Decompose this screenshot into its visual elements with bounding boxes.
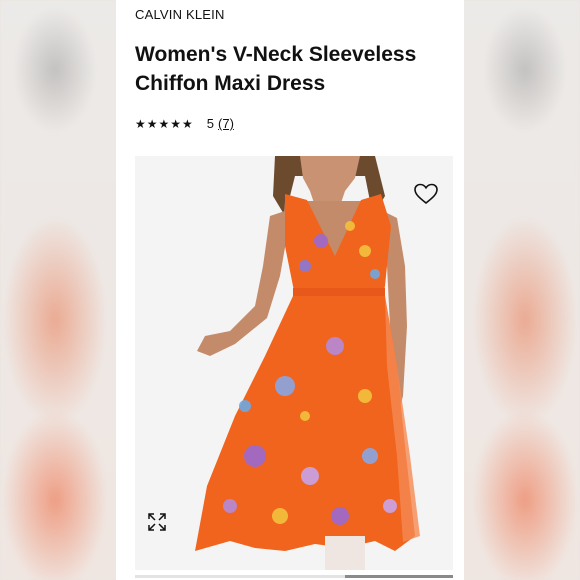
star-rating-icons: ★★★★★ (135, 116, 194, 131)
rating-value: 5 (206, 116, 215, 131)
product-card: CALVIN KLEIN Women's V-Neck Sleeveless C… (116, 0, 464, 580)
zoom-expand-button[interactable] (146, 511, 168, 533)
heart-outline-icon (414, 183, 438, 205)
brand-name[interactable]: CALVIN KLEIN (135, 7, 225, 22)
review-count-link[interactable]: (7) (218, 116, 234, 131)
expand-arrows-icon (148, 513, 166, 531)
scrollbar-thumb[interactable] (345, 575, 453, 578)
image-carousel-scrollbar[interactable] (135, 575, 453, 578)
wishlist-heart-button[interactable] (413, 182, 439, 206)
rating-row[interactable]: ★★★★★ 5 (7) (135, 116, 234, 131)
product-title: Women's V-Neck Sleeveless Chiffon Maxi D… (135, 43, 417, 95)
dress-illustration (135, 156, 453, 570)
product-image[interactable] (135, 156, 453, 570)
